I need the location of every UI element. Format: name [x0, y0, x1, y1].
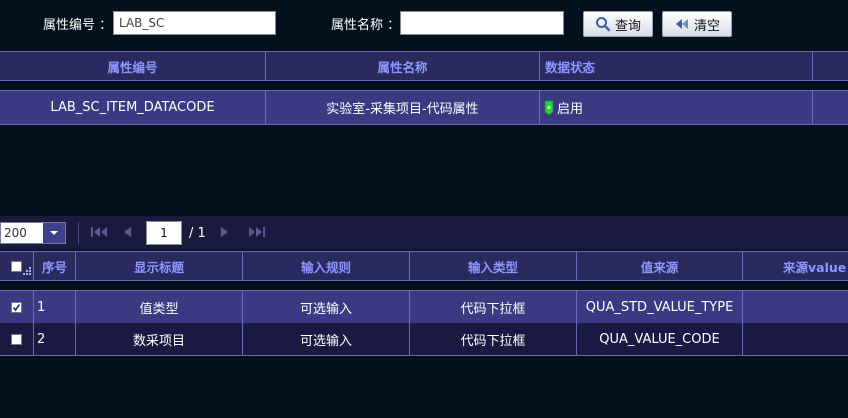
status-enabled-icon — [544, 100, 554, 115]
select-all-cell[interactable] — [0, 252, 34, 280]
row-select-cell[interactable] — [0, 291, 34, 323]
field-table-header: 序号 显示标题 输入规则 输入类型 值来源 来源value — [0, 251, 848, 281]
current-page-input[interactable]: 1 — [146, 221, 182, 245]
cell-extra — [813, 91, 848, 124]
previous-page-icon[interactable] — [121, 225, 133, 239]
col-header-data-status[interactable]: 数据状态 — [540, 52, 813, 80]
page-size-value: 200 — [4, 226, 27, 240]
col-header-value-source[interactable]: 值来源 — [577, 252, 743, 280]
last-page-icon[interactable] — [248, 225, 266, 239]
attribute-code-label: 属性编号 ： — [43, 18, 113, 33]
cell-input-rule: 可选输入 — [243, 291, 410, 323]
query-button[interactable]: 查询 — [583, 11, 653, 37]
pagination-bar: 200 1 / 1 — [0, 216, 848, 250]
query-button-label: 查询 — [614, 18, 641, 34]
table-row[interactable]: LAB_SC_ITEM_DATACODE 实验室-采集项目-代码属性 启用 — [0, 90, 848, 125]
cell-attribute-code: LAB_SC_ITEM_DATACODE — [0, 91, 266, 124]
col-header-input-type[interactable]: 输入类型 — [410, 252, 577, 280]
resize-grip-icon — [23, 267, 31, 275]
row-select-cell[interactable] — [0, 323, 34, 355]
search-icon — [595, 17, 611, 32]
cell-attribute-name: 实验室-采集项目-代码属性 — [266, 91, 540, 124]
attribute-table: 属性编号 属性名称 数据状态 LAB_SC_ITEM_DATACODE 实验室-… — [0, 51, 848, 125]
attribute-code-input[interactable] — [113, 11, 276, 35]
total-pages: / 1 — [189, 226, 206, 241]
col-header-attribute-code[interactable]: 属性编号 — [0, 52, 266, 80]
first-page-icon[interactable] — [90, 225, 108, 239]
col-header-attribute-name[interactable]: 属性名称 — [266, 52, 540, 80]
row-checkbox[interactable] — [11, 333, 22, 345]
cell-value-source: QUA_STD_VALUE_TYPE — [577, 291, 743, 323]
cell-input-type: 代码下拉框 — [410, 291, 577, 323]
attribute-table-header: 属性编号 属性名称 数据状态 — [0, 51, 848, 81]
row-checkbox-checked[interactable] — [11, 301, 22, 313]
attribute-name-label: 属性名称 ： — [331, 18, 401, 33]
cell-source-value — [743, 291, 848, 323]
clear-button-label: 清空 — [693, 18, 720, 34]
next-page-icon[interactable] — [219, 225, 231, 239]
cell-display-title: 值类型 — [76, 291, 243, 323]
col-header-index[interactable]: 序号 — [34, 252, 76, 280]
checkmark-icon — [12, 303, 21, 311]
clear-button[interactable]: 清空 — [662, 11, 732, 37]
col-header-source-value[interactable]: 来源value — [743, 252, 848, 280]
cell-source-value — [743, 323, 848, 355]
cell-input-rule: 可选输入 — [243, 323, 410, 355]
cell-index: 2 — [34, 323, 76, 355]
cell-data-status: 启用 — [540, 91, 813, 124]
cell-value-source: QUA_VALUE_CODE — [577, 323, 743, 355]
col-header-extra — [813, 52, 848, 80]
chevron-down-icon[interactable] — [43, 223, 65, 243]
page-size-select[interactable]: 200 — [0, 222, 66, 244]
col-header-input-rule[interactable]: 输入规则 — [243, 252, 410, 280]
field-table: 序号 显示标题 输入规则 输入类型 值来源 来源value 1 值类型 可选输入… — [0, 251, 848, 356]
attribute-name-input[interactable] — [400, 11, 564, 35]
status-text: 启用 — [557, 102, 584, 117]
col-header-display-title[interactable]: 显示标题 — [76, 252, 243, 280]
clear-rewind-icon — [675, 19, 688, 29]
pager-divider — [78, 222, 79, 244]
cell-input-type: 代码下拉框 — [410, 323, 577, 355]
table-row[interactable]: 1 值类型 可选输入 代码下拉框 QUA_STD_VALUE_TYPE — [0, 290, 848, 324]
table-row[interactable]: 2 数采项目 可选输入 代码下拉框 QUA_VALUE_CODE — [0, 323, 848, 356]
cell-index: 1 — [34, 291, 76, 323]
cell-display-title: 数采项目 — [76, 323, 243, 355]
